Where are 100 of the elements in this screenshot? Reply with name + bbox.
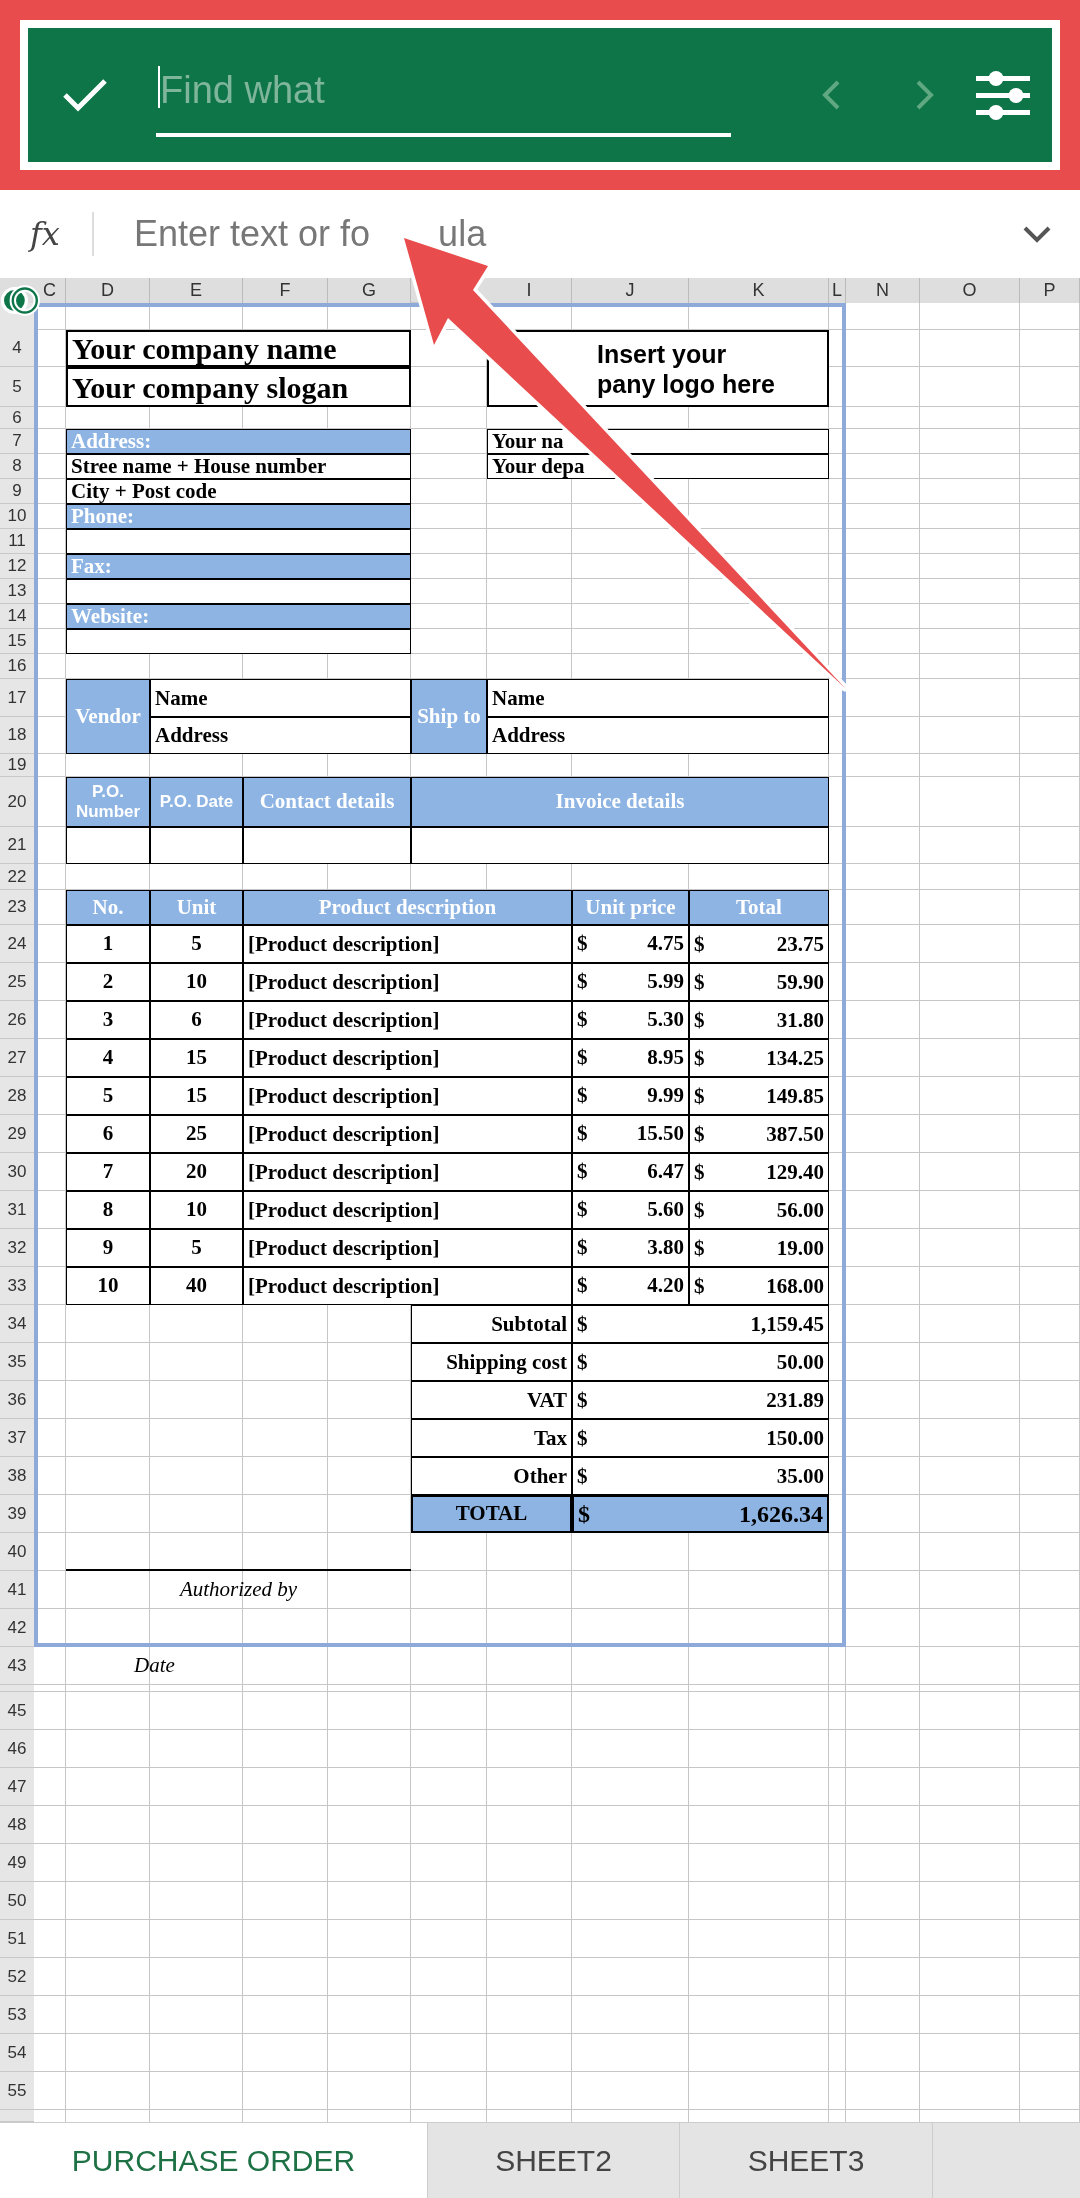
column-heading: Unit price — [572, 890, 689, 925]
row-header[interactable]: 4 — [0, 330, 34, 367]
column-header[interactable]: I — [487, 278, 572, 303]
row-header[interactable]: 12 — [0, 554, 34, 579]
item-description: [Product description] — [243, 1229, 572, 1267]
column-header[interactable]: L — [829, 278, 846, 303]
sheet-tab[interactable]: PURCHASE ORDER — [0, 2123, 428, 2198]
row-header[interactable]: 52 — [0, 1958, 34, 1996]
column-header[interactable]: D — [66, 278, 150, 303]
row-header[interactable]: 36 — [0, 1381, 34, 1419]
item-unit: 20 — [150, 1153, 243, 1191]
row-header[interactable]: 23 — [0, 890, 34, 925]
unit-price: 4.20 — [647, 1272, 684, 1300]
row-header[interactable]: 18 — [0, 717, 34, 754]
row-header[interactable]: 19 — [0, 754, 34, 777]
column-header[interactable]: K — [689, 278, 829, 303]
currency-symbol: $ — [577, 1272, 588, 1300]
item-description: [Product description] — [243, 1191, 572, 1229]
row-header[interactable]: 47 — [0, 1768, 34, 1806]
signature-caption: Authorized by — [178, 1576, 299, 1604]
item-number: 6 — [66, 1115, 150, 1153]
row-header[interactable]: 25 — [0, 963, 34, 1001]
row-header[interactable]: 17 — [0, 679, 34, 717]
row-header[interactable]: 20 — [0, 777, 34, 827]
row-header[interactable]: 5 — [0, 367, 34, 407]
item-unit: 25 — [150, 1115, 243, 1153]
column-header[interactable]: E — [150, 278, 243, 303]
currency-symbol: $ — [577, 1234, 588, 1262]
item-unit: 5 — [150, 925, 243, 963]
row-header[interactable]: 42 — [0, 1609, 34, 1647]
row-header[interactable]: 24 — [0, 925, 34, 963]
item-description: [Product description] — [243, 1267, 572, 1305]
row-header[interactable]: 49 — [0, 1844, 34, 1882]
column-header[interactable]: N — [846, 278, 920, 303]
row-header[interactable]: 46 — [0, 1730, 34, 1768]
row-header[interactable]: 27 — [0, 1039, 34, 1077]
column-header[interactable]: F — [243, 278, 328, 303]
row-header[interactable]: 32 — [0, 1229, 34, 1267]
column-header[interactable]: P — [1020, 278, 1080, 303]
column-heading: Total — [689, 890, 829, 925]
row-header[interactable]: 8 — [0, 454, 34, 479]
row-header[interactable]: 54 — [0, 2034, 34, 2072]
chevron-down-icon[interactable] — [1022, 225, 1052, 243]
row-header[interactable]: 33 — [0, 1267, 34, 1305]
item-number: 1 — [66, 925, 150, 963]
row-header[interactable]: 22 — [0, 864, 34, 890]
row-header[interactable]: 30 — [0, 1153, 34, 1191]
row-header[interactable]: 43 — [0, 1647, 34, 1685]
row-header[interactable]: 28 — [0, 1077, 34, 1115]
row-header[interactable]: 45 — [0, 1692, 34, 1730]
row-header[interactable]: 51 — [0, 1920, 34, 1958]
row-header[interactable]: 7 — [0, 429, 34, 454]
currency-symbol: $ — [577, 1196, 588, 1224]
row-header[interactable]: 39 — [0, 1495, 34, 1533]
column-header[interactable]: G — [328, 278, 411, 303]
column-heading: Product description — [243, 890, 572, 925]
row-header[interactable]: 35 — [0, 1343, 34, 1381]
row-header[interactable]: 34 — [0, 1305, 34, 1343]
item-unit: 40 — [150, 1267, 243, 1305]
row-header[interactable]: 10 — [0, 504, 34, 529]
row-header[interactable]: 41 — [0, 1571, 34, 1609]
row-header[interactable]: 9 — [0, 479, 34, 504]
row-header[interactable]: 29 — [0, 1115, 34, 1153]
row-header[interactable]: 50 — [0, 1882, 34, 1920]
rings-icon[interactable] — [0, 282, 40, 319]
row-header[interactable]: 6 — [0, 407, 34, 429]
column-header[interactable]: J — [572, 278, 689, 303]
line-total: 59.90 — [776, 968, 824, 996]
sliders-icon[interactable] — [976, 70, 1030, 120]
party-address: Address — [487, 717, 829, 754]
find-field[interactable]: Find what — [156, 53, 731, 137]
row-header[interactable]: 55 — [0, 2072, 34, 2110]
column-header[interactable]: O — [920, 278, 1020, 303]
row-header[interactable]: 11 — [0, 529, 34, 554]
row-header[interactable]: 14 — [0, 604, 34, 629]
unit-price: 8.95 — [647, 1044, 684, 1072]
item-number: 10 — [66, 1267, 150, 1305]
row-header[interactable]: 38 — [0, 1457, 34, 1495]
row-header[interactable]: 53 — [0, 1996, 34, 2034]
row-header[interactable]: 16 — [0, 654, 34, 679]
column-heading: No. — [66, 890, 150, 925]
item-unit: 10 — [150, 963, 243, 1001]
row-header[interactable]: 40 — [0, 1533, 34, 1571]
formula-field[interactable]: Enter text or fo ula — [134, 207, 1022, 261]
currency-symbol: $ — [577, 1120, 588, 1148]
row-header[interactable]: 15 — [0, 629, 34, 654]
row-header[interactable]: 21 — [0, 827, 34, 864]
item-number: 8 — [66, 1191, 150, 1229]
row-header[interactable]: 31 — [0, 1191, 34, 1229]
row-header[interactable]: 26 — [0, 1001, 34, 1039]
check-icon[interactable] — [62, 77, 108, 113]
currency-symbol: $ — [694, 930, 705, 958]
find-bar[interactable]: Find what — [28, 28, 1052, 162]
currency-symbol: $ — [577, 1424, 588, 1452]
row-header[interactable]: 37 — [0, 1419, 34, 1457]
contact-value: City + Post code — [66, 479, 411, 504]
row-header[interactable]: 48 — [0, 1806, 34, 1844]
row-header[interactable]: 13 — [0, 579, 34, 604]
line-total: 31.80 — [776, 1006, 824, 1034]
total-value: 35.00 — [776, 1462, 824, 1490]
